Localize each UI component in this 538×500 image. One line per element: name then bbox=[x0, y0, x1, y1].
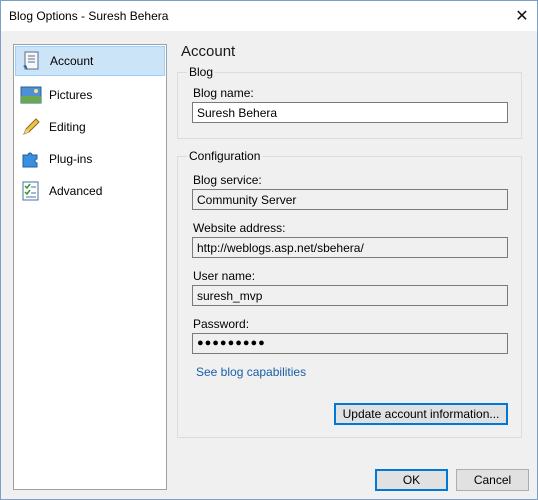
checklist-icon bbox=[19, 180, 43, 202]
nav-item-account[interactable]: Account bbox=[15, 46, 165, 76]
options-nav: Account Pictures Editing Plug-ins Advanc… bbox=[13, 44, 167, 490]
account-icon bbox=[20, 50, 44, 72]
nav-item-pictures[interactable]: Pictures bbox=[15, 80, 165, 110]
password-field: ●●●●●●●●● bbox=[192, 333, 508, 354]
window-title: Blog Options - Suresh Behera bbox=[9, 9, 169, 23]
page-title: Account bbox=[181, 43, 236, 60]
blog-options-window: Blog Options - Suresh Behera ✕ Account P… bbox=[0, 0, 538, 500]
nav-label-advanced: Advanced bbox=[49, 184, 103, 198]
nav-item-advanced[interactable]: Advanced bbox=[15, 176, 165, 206]
blog-service-field: Community Server bbox=[192, 189, 508, 210]
see-blog-capabilities-link[interactable]: See blog capabilities bbox=[196, 365, 306, 379]
user-name-field: suresh_mvp bbox=[192, 285, 508, 306]
blog-group-label: Blog bbox=[187, 65, 216, 79]
title-bar: Blog Options - Suresh Behera ✕ bbox=[1, 1, 537, 31]
cancel-button[interactable]: Cancel bbox=[456, 469, 529, 491]
blog-name-input[interactable]: Suresh Behera bbox=[192, 102, 508, 123]
nav-item-plug-ins[interactable]: Plug-ins bbox=[15, 144, 165, 174]
blog-service-label: Blog service: bbox=[193, 173, 262, 187]
pictures-icon bbox=[19, 84, 43, 106]
puzzle-icon bbox=[19, 148, 43, 170]
ok-button[interactable]: OK bbox=[375, 469, 448, 491]
pencil-icon bbox=[19, 116, 43, 138]
nav-label-pictures: Pictures bbox=[49, 88, 93, 102]
close-button[interactable]: ✕ bbox=[507, 1, 537, 31]
password-label: Password: bbox=[193, 317, 250, 331]
blog-name-label: Blog name: bbox=[193, 86, 254, 100]
user-name-label: User name: bbox=[193, 269, 256, 283]
close-icon: ✕ bbox=[515, 8, 529, 25]
website-address-label: Website address: bbox=[193, 221, 286, 235]
nav-item-editing[interactable]: Editing bbox=[15, 112, 165, 142]
nav-label-plug-ins: Plug-ins bbox=[49, 152, 93, 166]
update-account-button[interactable]: Update account information... bbox=[334, 403, 508, 425]
nav-label-account: Account bbox=[50, 54, 94, 68]
website-address-field: http://weblogs.asp.net/sbehera/ bbox=[192, 237, 508, 258]
configuration-group-label: Configuration bbox=[187, 149, 263, 163]
nav-label-editing: Editing bbox=[49, 120, 86, 134]
